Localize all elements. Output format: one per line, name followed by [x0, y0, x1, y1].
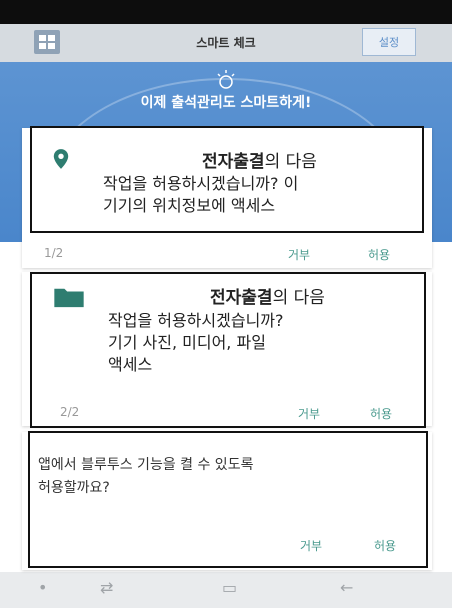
status-bar — [0, 0, 452, 24]
allow-button[interactable]: 허용 — [368, 246, 390, 263]
app-bar: 스마트 체크 설정 — [0, 24, 452, 62]
dialog-body-line: 액세스 — [108, 355, 153, 374]
dialog-body-line: 작업을 허용하시겠습니까? — [108, 311, 284, 330]
dialog-counter: 1/2 — [44, 246, 64, 260]
location-pin-icon — [53, 149, 69, 169]
allow-button[interactable]: 허용 — [370, 405, 392, 422]
dialog-body: 앱에서 블루투스 기능을 켤 수 있도록 허용할까요? — [38, 454, 253, 500]
dialog-body-line: 기기의 위치정보에 액세스 — [103, 196, 276, 215]
recent-apps-icon[interactable]: ⇄ — [100, 578, 113, 598]
navigation-bar: • ⇄ ▭ ← — [0, 572, 452, 608]
nav-dot-icon[interactable]: • — [38, 578, 47, 598]
dialog-body-line: 기기 사진, 미디어, 파일 — [108, 333, 266, 352]
dialog-counter: 2/2 — [60, 405, 80, 419]
dialog-body-line: 허용할까요? — [38, 480, 110, 496]
allow-button[interactable]: 허용 — [374, 537, 396, 554]
dialog-body: 작업을 허용하시겠습니까? 기기 사진, 미디어, 파일 액세스 — [108, 310, 284, 376]
dialog-body-line: 작업을 허용하시겠습니까? 이 — [103, 174, 299, 193]
dialog-body-line: 앱에서 블루투스 기능을 켤 수 있도록 — [38, 457, 254, 473]
dialog-app-name: 전자출결 — [210, 288, 273, 308]
dialog-title: 전자출결의 다음 — [202, 147, 317, 172]
deny-button[interactable]: 거부 — [288, 246, 310, 263]
settings-button[interactable]: 설정 — [362, 28, 416, 56]
phone-screen: 스마트 체크 설정 이제 출석관리도 스마트하게! • ⇄ ▭ ← 전자출결의 … — [0, 0, 452, 608]
deny-button[interactable]: 거부 — [298, 405, 320, 422]
dialog-title-suffix: 의 다음 — [264, 152, 317, 172]
dialog-app-name: 전자출결 — [202, 152, 265, 172]
dialog-title: 전자출결의 다음 — [210, 283, 325, 308]
lightbulb-icon — [217, 70, 235, 89]
back-icon[interactable]: ← — [340, 578, 353, 598]
folder-icon — [54, 288, 84, 308]
deny-button[interactable]: 거부 — [300, 537, 322, 554]
dialog-title-suffix: 의 다음 — [272, 288, 325, 308]
hero-text: 이제 출석관리도 스마트하게! — [140, 95, 312, 111]
home-icon[interactable]: ▭ — [222, 578, 237, 598]
dialog-body: 작업을 허용하시겠습니까? 이 기기의 위치정보에 액세스 — [103, 173, 298, 217]
